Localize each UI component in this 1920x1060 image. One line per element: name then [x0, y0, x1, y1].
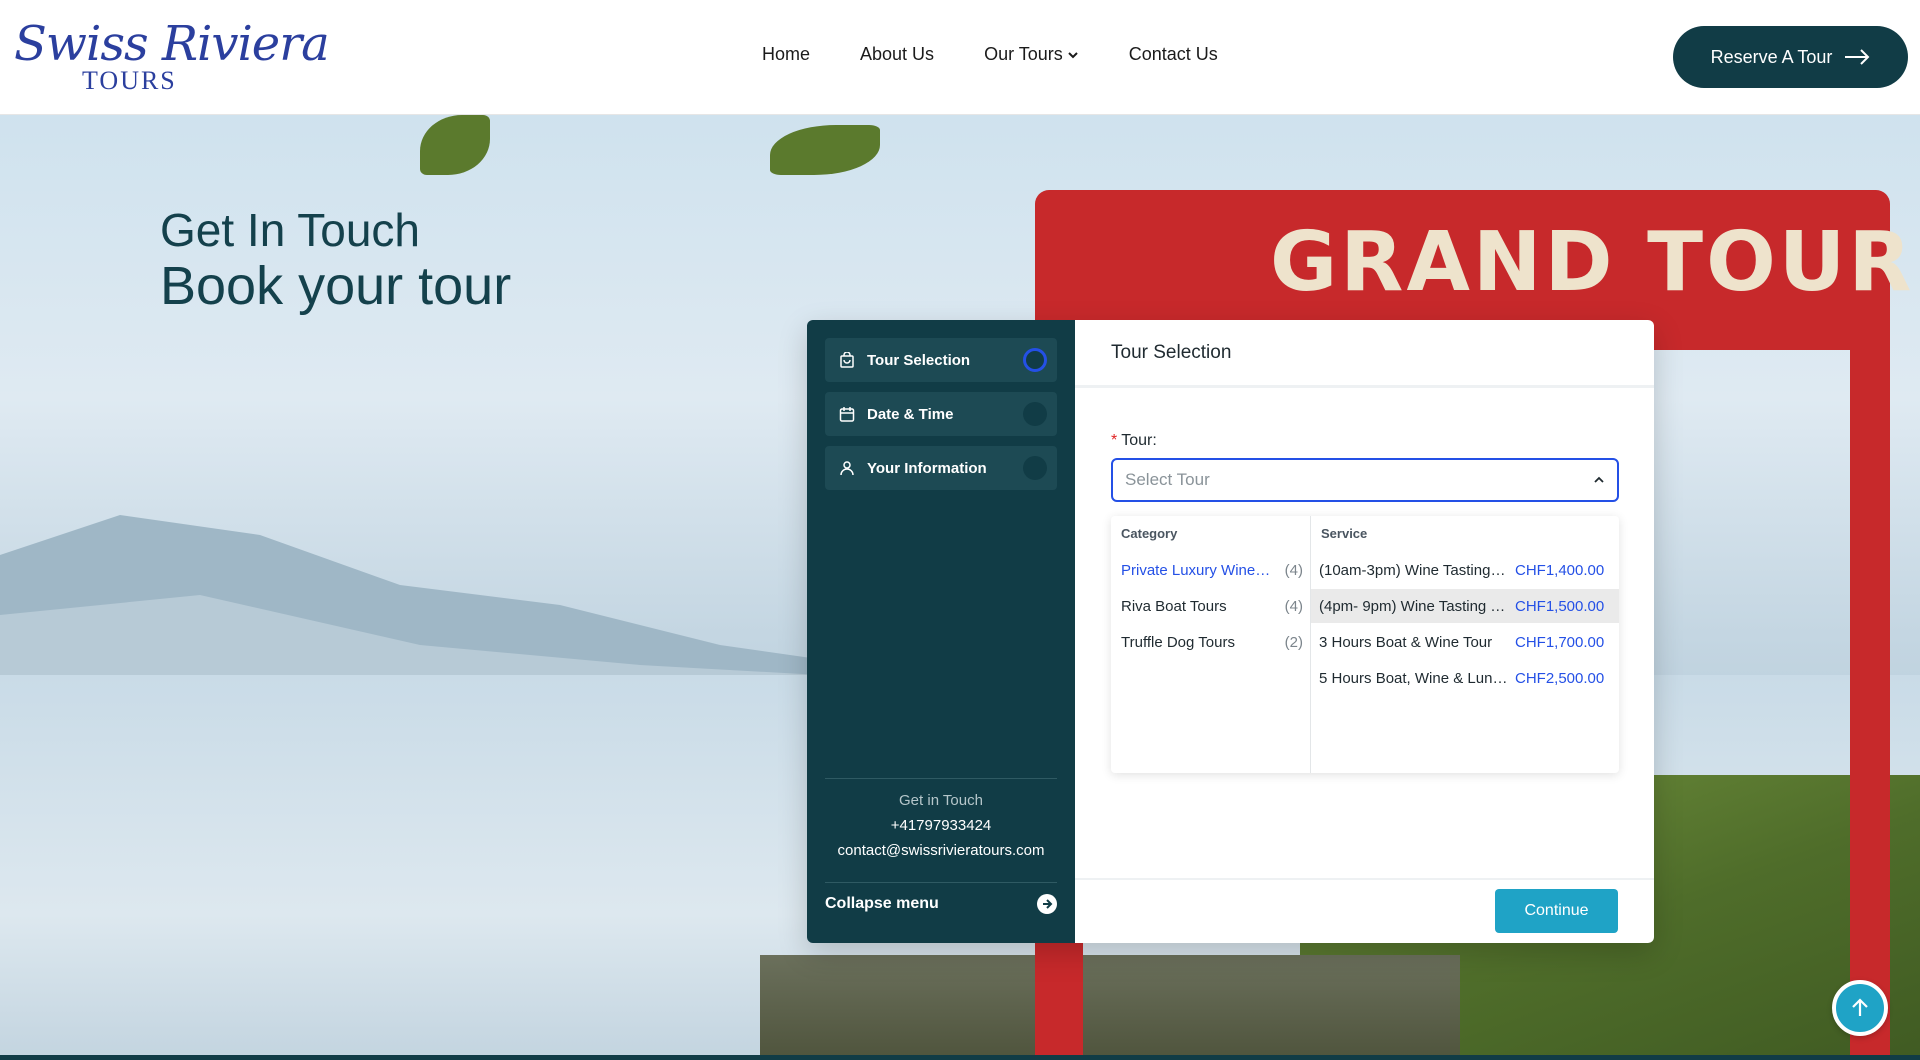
category-count: (4)	[1284, 561, 1303, 579]
leaf-decoration	[770, 125, 880, 175]
nav-our-tours[interactable]: Our Tours	[984, 44, 1079, 65]
step-label: Date & Time	[867, 405, 954, 423]
reserve-tour-button[interactable]: Reserve A Tour	[1673, 26, 1908, 88]
service-name: (4pm- 9pm) Wine Tasting Tour	[1319, 597, 1509, 615]
category-item[interactable]: Truffle Dog Tours (2)	[1121, 630, 1303, 654]
service-name: 3 Hours Boat & Wine Tour	[1319, 633, 1493, 651]
step-status	[1023, 402, 1047, 426]
service-price: CHF1,400.00	[1515, 561, 1605, 579]
booking-widget: Tour Selection Date & Time Your Informat…	[807, 320, 1654, 943]
nav-about-us[interactable]: About Us	[860, 44, 934, 65]
sign-post-right	[1850, 235, 1890, 1055]
category-column: Category Private Luxury Wine Tours (4) R…	[1111, 516, 1311, 773]
step-your-information[interactable]: Your Information	[825, 446, 1057, 490]
contact-block: Get in Touch +41797933424 contact@swissr…	[807, 792, 1075, 867]
panel-title: Tour Selection	[1111, 342, 1232, 363]
shopping-bag-icon	[840, 352, 854, 368]
service-price: CHF1,500.00	[1515, 597, 1605, 615]
step-tour-selection[interactable]: Tour Selection	[825, 338, 1057, 382]
booking-sidebar: Tour Selection Date & Time Your Informat…	[807, 320, 1075, 943]
tour-field-label: * Tour:	[1111, 432, 1157, 450]
sidebar-divider	[825, 778, 1057, 779]
hero-title-line1: Get In Touch	[160, 204, 420, 256]
village-backdrop	[760, 955, 1460, 1060]
service-name: 5 Hours Boat, Wine & Lunch Tour	[1319, 669, 1509, 687]
hero-title: Get In Touch Book your tour	[160, 203, 511, 315]
category-count: (4)	[1284, 597, 1303, 615]
logo-sub: TOURS	[82, 66, 177, 95]
panel-footer-divider	[1075, 878, 1654, 880]
category-name: Truffle Dog Tours	[1121, 633, 1235, 651]
site-logo[interactable]: Swiss Riviera TOURS	[14, 16, 330, 96]
arrow-right-icon	[1845, 49, 1870, 65]
step-label: Your Information	[867, 459, 987, 477]
contact-email[interactable]: contact@swissrivieratours.com	[807, 842, 1075, 859]
category-count: (2)	[1284, 633, 1303, 651]
service-column: Service (10am-3pm) Wine Tasting Tour CHF…	[1311, 516, 1619, 773]
reserve-tour-label: Reserve A Tour	[1710, 46, 1833, 67]
category-header: Category	[1121, 526, 1178, 541]
footer-edge	[0, 1055, 1920, 1060]
service-item[interactable]: 3 Hours Boat & Wine Tour CHF1,700.00	[1311, 625, 1619, 659]
hero-title-line2: Book your tour	[160, 256, 512, 316]
booking-main-panel: Tour Selection * Tour: Select Tour Catego…	[1075, 320, 1654, 943]
service-item[interactable]: (10am-3pm) Wine Tasting Tour CHF1,400.00	[1311, 553, 1619, 587]
collapse-menu-label: Collapse menu	[825, 895, 939, 912]
arrow-right-circle-icon	[1037, 894, 1057, 914]
contact-phone[interactable]: +41797933424	[807, 817, 1075, 834]
grand-tour-sign-text: GRAND TOUR	[1270, 215, 1915, 310]
category-name: Riva Boat Tours	[1121, 597, 1227, 615]
contact-title: Get in Touch	[899, 792, 983, 809]
calendar-icon	[839, 407, 855, 422]
service-item[interactable]: (4pm- 9pm) Wine Tasting Tour CHF1,500.00	[1311, 589, 1619, 623]
nav-contact-us[interactable]: Contact Us	[1129, 44, 1218, 65]
tour-select[interactable]: Select Tour	[1111, 458, 1619, 502]
back-to-top-button[interactable]	[1832, 980, 1888, 1036]
user-icon	[840, 461, 854, 476]
service-item[interactable]: 5 Hours Boat, Wine & Lunch Tour CHF2,500…	[1311, 661, 1619, 695]
collapse-menu-button[interactable]: Collapse menu	[825, 890, 1057, 918]
chevron-down-icon	[1068, 51, 1078, 58]
nav-our-tours-label: Our Tours	[984, 44, 1063, 64]
step-status-active	[1023, 348, 1047, 372]
leaf-decoration	[420, 115, 490, 175]
service-name: (10am-3pm) Wine Tasting Tour	[1319, 561, 1509, 579]
category-item[interactable]: Riva Boat Tours (4)	[1121, 594, 1303, 618]
required-marker: *	[1111, 432, 1118, 449]
continue-button[interactable]: Continue	[1495, 889, 1618, 933]
chevron-up-icon	[1594, 476, 1604, 483]
service-header: Service	[1321, 526, 1368, 541]
service-price: CHF1,700.00	[1515, 633, 1605, 651]
service-price: CHF2,500.00	[1515, 669, 1605, 687]
tour-select-placeholder: Select Tour	[1125, 470, 1210, 489]
nav-home[interactable]: Home	[762, 44, 810, 65]
tour-dropdown: Category Private Luxury Wine Tours (4) R…	[1111, 516, 1619, 773]
step-label: Tour Selection	[867, 351, 971, 369]
arrow-up-icon	[1852, 998, 1868, 1016]
category-name: Private Luxury Wine Tours	[1121, 561, 1271, 579]
sidebar-divider	[825, 882, 1057, 883]
category-item[interactable]: Private Luxury Wine Tours (4)	[1121, 558, 1303, 582]
panel-divider	[1075, 385, 1654, 388]
step-date-time[interactable]: Date & Time	[825, 392, 1057, 436]
main-nav: Home About Us Our Tours Contact Us	[762, 44, 1268, 65]
site-header: Swiss Riviera TOURS Home About Us Our To…	[0, 0, 1920, 115]
tour-label-text: Tour:	[1121, 432, 1157, 449]
step-status	[1023, 456, 1047, 480]
logo-script: Swiss Riviera	[14, 16, 330, 72]
